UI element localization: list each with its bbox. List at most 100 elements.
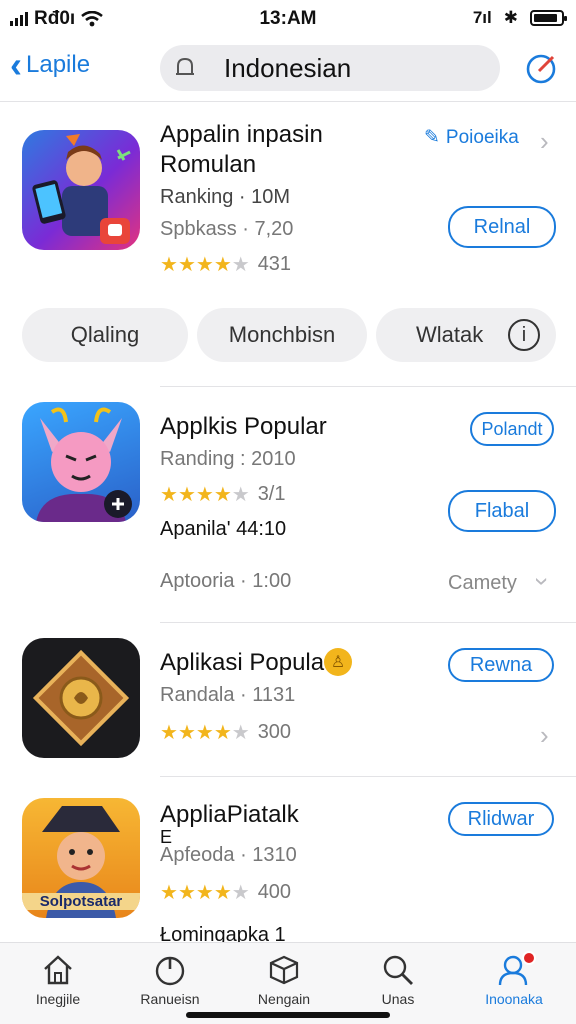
rating: ★ ★ ★ ★ ★ 3/1 [160, 482, 286, 507]
bluetooth-icon: ✱ [503, 8, 518, 27]
tab-ranking[interactable]: Ranueisn [120, 953, 220, 1007]
divider [160, 622, 576, 623]
tab-label: Nengain [257, 991, 311, 1007]
tag-button[interactable]: Polandt [470, 412, 554, 446]
star-icon: ★ [213, 484, 232, 506]
star-icon: ★ [195, 722, 214, 744]
app-ranking: Randala · 1131 [160, 684, 296, 706]
app-subtitle: Romulan [160, 151, 257, 178]
star-icon: ★ [160, 254, 178, 276]
star-icon: ★ [195, 484, 214, 506]
star-icon: ★ [177, 254, 196, 276]
tab-label: Unas [381, 991, 415, 1007]
app-title: AppliaPiatalk [160, 801, 299, 828]
tab-bar: Inegjile Ranueisn Nengain Unas Inoonaka [0, 942, 576, 1024]
star-icon: ★ [177, 882, 196, 904]
list-item[interactable]: Appalin inpasin Romulan Ranking · 10M Sp… [0, 104, 576, 294]
compose-icon[interactable] [526, 52, 558, 84]
app-title: Appalin inpasin [160, 121, 323, 148]
box-icon [269, 955, 299, 985]
list-item[interactable]: Aplikasi Popula ♙ Randala · 1131 ★ ★ ★ ★ ★ 30… [0, 624, 576, 776]
category-label: Camety [448, 572, 517, 594]
star-icon: ★ [213, 254, 232, 276]
get-button[interactable]: Rlidwar [448, 802, 554, 836]
pencil-icon: ✎ [424, 127, 440, 148]
tag-label: Poioeika [445, 126, 519, 148]
chevron-left-icon: ‹ [10, 44, 22, 85]
chevron-right-icon: › [540, 126, 549, 156]
segment-monchbisn[interactable]: Monchbisn [197, 308, 367, 362]
get-button[interactable]: Relnal [448, 206, 556, 248]
app-icon [22, 130, 140, 250]
list-item[interactable]: Applkis Popular Randing : 2010 ★ ★ ★ ★ ★ 3/1 … [0, 388, 576, 622]
notification-badge [522, 951, 536, 965]
get-button[interactable]: Flabal [448, 490, 556, 532]
rating-count: 400 [257, 881, 292, 903]
star-icon: ★ [213, 722, 232, 744]
rating: ★ ★ ★ ★ ★ 400 [160, 880, 291, 905]
segment-ranking[interactable]: Qlaling [22, 308, 188, 362]
rating: ★ ★ ★ ★ ★ 300 [160, 720, 291, 745]
info-icon: i [508, 319, 540, 351]
app-ranking: Randing : 2010 [160, 448, 296, 470]
icon-caption: Solpotsatar [22, 893, 140, 910]
app-title: Applkis Popular [160, 413, 327, 440]
app-icon: Solpotsatar [22, 798, 140, 918]
star-icon: ★ [231, 882, 250, 904]
status-bar: Rđ0ı 13:AM 7ıl ✱ [0, 0, 576, 36]
divider [160, 776, 576, 777]
app-extra: Apanila' 44:10 [160, 518, 287, 540]
app-ranking: Ranking · 10M [160, 186, 291, 208]
search-field[interactable]: Indonesian [160, 45, 500, 91]
status-right: 7ıl ✱ [472, 8, 567, 28]
power-icon [155, 956, 185, 986]
home-icon [44, 955, 72, 985]
battery-icon [530, 10, 567, 26]
rating-count: 3/1 [257, 483, 286, 505]
rating: ★ ★ ★ ★ ★ 431 [160, 252, 291, 277]
star-icon: ★ [195, 882, 214, 904]
star-icon: ★ [177, 484, 196, 506]
get-button[interactable]: Rewna [448, 648, 554, 682]
segment-label: Wlatak [416, 322, 484, 347]
star-icon: ★ [177, 722, 196, 744]
star-icon: ★ [160, 484, 178, 506]
app-title: Aplikasi Popula [160, 649, 325, 676]
tab-label: Ranueisn [140, 991, 200, 1007]
app-icon [22, 638, 140, 758]
app-meta: Spbkass · 7,20 [160, 218, 294, 240]
app-footer: Aptooria · 1:00 [160, 570, 292, 592]
star-icon: ★ [195, 254, 214, 276]
star-icon: ★ [160, 882, 178, 904]
tab-home[interactable]: Inegjile [8, 953, 108, 1007]
tab-label: Inoonaka [485, 991, 543, 1007]
home-indicator [186, 1012, 390, 1018]
app-ranking: Apfeoda · 1310 [160, 844, 297, 866]
search-text: Indonesian [224, 52, 352, 83]
signal-text: 7ıl [472, 8, 492, 27]
bell-icon [176, 57, 194, 75]
app-icon [22, 402, 140, 522]
tab-label: Inegjile [35, 991, 81, 1007]
nav-bar: ‹ Lapile Indonesian [0, 40, 576, 102]
star-icon: ★ [213, 882, 232, 904]
tab-nengain[interactable]: Nengain [234, 953, 334, 1007]
chevron-down-icon[interactable]: › [527, 577, 558, 586]
divider [160, 386, 576, 387]
segment-label: Qlaling [70, 322, 140, 347]
back-button[interactable]: ‹ Lapile [10, 44, 91, 85]
star-icon: ★ [231, 722, 250, 744]
star-icon: ★ [231, 254, 250, 276]
rating-count: 300 [257, 721, 292, 743]
tab-profile[interactable]: Inoonaka [464, 951, 564, 1007]
chevron-right-icon: › [540, 720, 549, 750]
search-icon [383, 955, 413, 985]
award-icon: ♙ [324, 648, 352, 676]
list-item[interactable]: Solpotsatar AppliaPiatalk E Apfeoda · 13… [0, 778, 576, 946]
star-icon: ★ [160, 722, 178, 744]
star-icon: ★ [231, 484, 250, 506]
tag-link[interactable]: ✎ Poioeika [424, 126, 519, 149]
segment-watak[interactable]: Wlatak i [376, 308, 556, 362]
tab-search[interactable]: Unas [348, 953, 448, 1007]
back-label: Lapile [26, 51, 91, 78]
